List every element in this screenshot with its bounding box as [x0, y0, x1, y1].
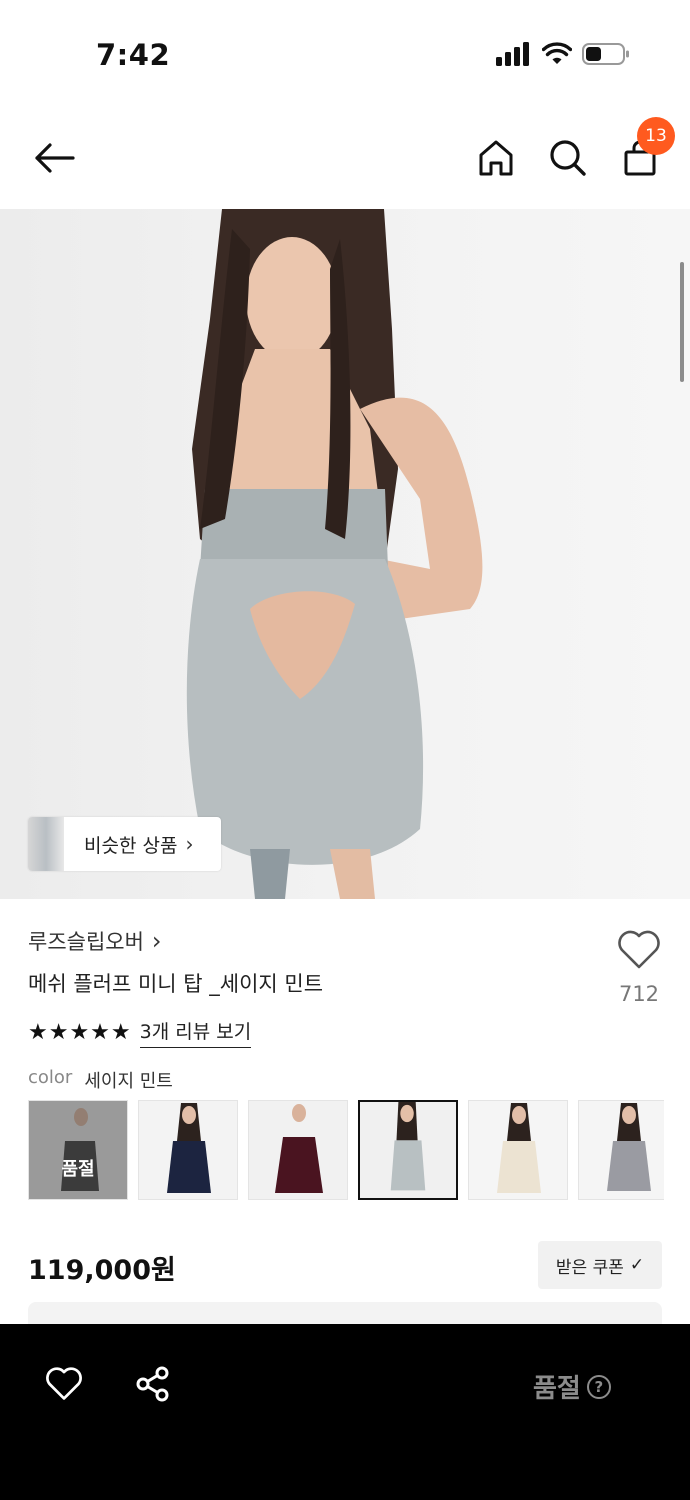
product-title: 메쉬 플러프 미니 탑 _세이지 민트 — [28, 972, 324, 996]
back-button[interactable] — [32, 136, 76, 180]
status-icons — [496, 42, 630, 66]
image-scrollbar[interactable] — [680, 262, 684, 382]
rating-row: ★★★★★ 3개 리뷰 보기 — [28, 1017, 252, 1048]
color-key: color — [28, 1067, 73, 1088]
brand-name: 루즈슬립오버 — [28, 930, 144, 954]
sold-out-label: 품절 — [533, 1374, 581, 1404]
check-icon: ✓ — [629, 1255, 645, 1275]
cart-count-badge: 13 — [637, 117, 675, 155]
chevron-right-icon: › — [151, 927, 162, 955]
coupon-label: 받은 쿠폰 — [555, 1257, 624, 1278]
swatch-gray[interactable] — [578, 1100, 664, 1200]
chevron-right-icon: › — [185, 832, 194, 856]
home-button[interactable] — [474, 136, 518, 180]
heart-icon — [618, 930, 660, 969]
brand-link[interactable]: 루즈슬립오버 › — [28, 926, 162, 956]
review-link[interactable]: 3개 리뷰 보기 — [139, 1017, 252, 1048]
swatch-sage-mint-selected[interactable] — [358, 1100, 458, 1200]
signal-icon — [496, 42, 529, 66]
color-value: 세이지 민트 — [84, 1071, 173, 1092]
status-time: 7:42 — [96, 38, 171, 72]
home-icon — [479, 140, 513, 176]
sold-out-overlay: 품절 — [29, 1101, 127, 1199]
sold-out-label: 품절 — [61, 1159, 95, 1180]
swatch-navy[interactable] — [138, 1100, 238, 1200]
swatch-burgundy[interactable] — [248, 1100, 348, 1200]
color-swatches: 품절 — [28, 1100, 664, 1200]
swatch-figure — [497, 1103, 541, 1193]
color-row: color 세이지 민트 — [28, 1067, 173, 1093]
bottom-action-bar: 품절 ? — [0, 1324, 690, 1500]
model-photo — [186, 209, 483, 899]
similar-products-button[interactable]: 비슷한 상품 › — [28, 817, 221, 871]
swatch-figure — [275, 1104, 323, 1193]
product-main-image[interactable] — [0, 209, 690, 899]
swatch-figure — [390, 1102, 426, 1191]
like-button[interactable]: 712 — [612, 930, 666, 1006]
swatch-figure — [167, 1103, 211, 1193]
star-rating: ★★★★★ — [28, 1020, 132, 1045]
search-icon — [550, 140, 586, 176]
product-price: 119,000원 — [28, 1255, 176, 1286]
like-count: 712 — [618, 982, 660, 1006]
sold-out-status: 품절 ? — [533, 1368, 611, 1405]
swatch-figure — [607, 1103, 651, 1191]
back-arrow-icon — [35, 143, 75, 173]
swatch-black[interactable]: 품절 — [28, 1100, 128, 1200]
help-icon[interactable]: ? — [586, 1374, 611, 1399]
battery-icon — [582, 43, 629, 65]
similar-product-thumbnail — [28, 817, 64, 871]
wishlist-button[interactable] — [44, 1364, 84, 1404]
top-nav — [0, 110, 690, 208]
status-bar: 7:42 — [0, 0, 690, 110]
wifi-icon — [542, 42, 572, 64]
share-button[interactable] — [133, 1364, 173, 1404]
heart-icon — [46, 1367, 82, 1400]
search-button[interactable] — [546, 136, 590, 180]
similar-products-label: 비슷한 상품 — [84, 834, 178, 857]
swatch-cream[interactable] — [468, 1100, 568, 1200]
received-coupon-button[interactable]: 받은 쿠폰 ✓ — [538, 1241, 662, 1289]
share-icon — [136, 1366, 169, 1402]
